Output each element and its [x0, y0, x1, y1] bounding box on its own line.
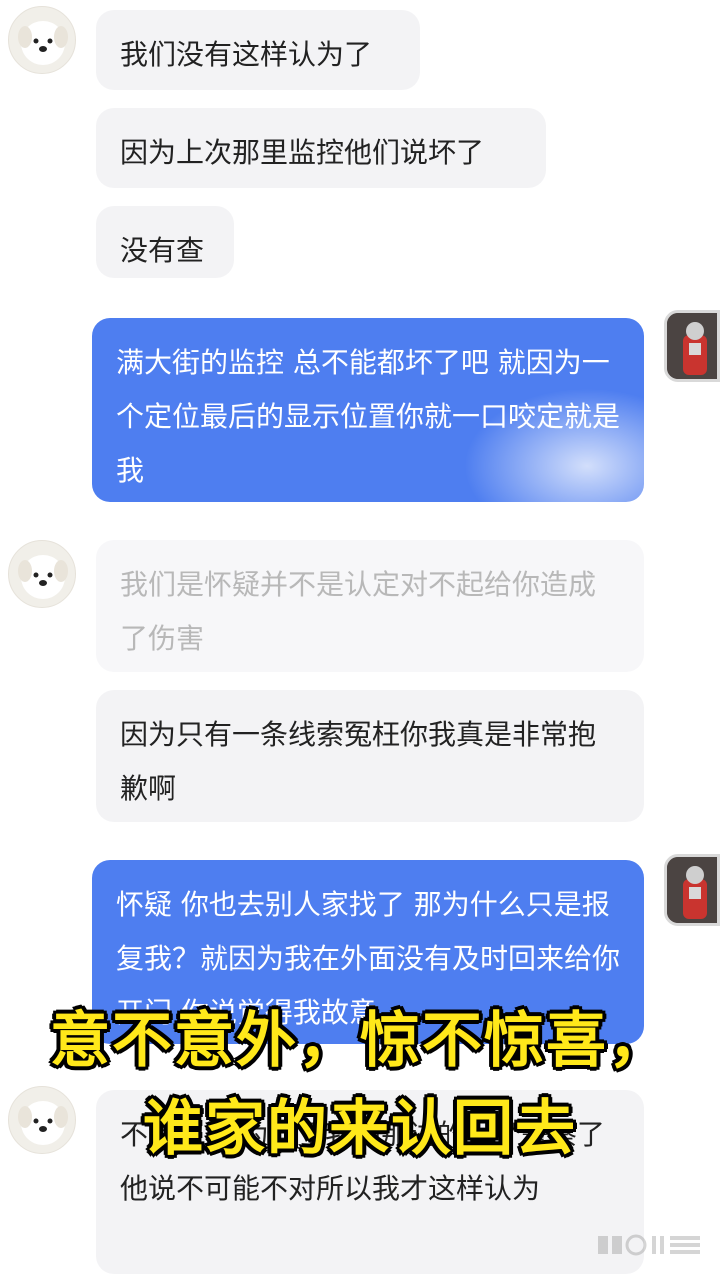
- message-bubble[interactable]: 我们没有这样认为了: [96, 10, 420, 90]
- peer-avatar[interactable]: [8, 540, 76, 608]
- ultraman-avatar-icon: [667, 313, 717, 379]
- message-bubble[interactable]: 没有查: [96, 206, 234, 278]
- message-bubble-self[interactable]: 满大街的监控 总不能都坏了吧 就因为一个定位最后的显示位置你就一口咬定就是我: [92, 318, 644, 502]
- watermark-icon: [598, 1234, 700, 1256]
- peer-avatar[interactable]: [8, 6, 76, 74]
- message-text: 没有查: [120, 234, 205, 267]
- message-text: 我们是怀疑并不是认定对不起给你造成了伤害: [120, 568, 597, 655]
- message-bubble[interactable]: 因为只有一条线索冤枉你我真是非常抱歉啊: [96, 690, 644, 822]
- message-text: 满大街的监控 总不能都坏了吧 就因为一个定位最后的显示位置你就一口咬定就是我: [116, 346, 621, 487]
- message-text: 因为上次那里监控他们说坏了: [120, 136, 485, 169]
- message-bubble[interactable]: 因为上次那里监控他们说坏了: [96, 108, 546, 188]
- self-avatar[interactable]: [664, 854, 720, 926]
- dog-avatar-icon: [18, 555, 68, 599]
- message-text: 我们没有这样认为了: [120, 38, 373, 71]
- overlay-caption-line1: 意不意外，惊不惊喜，: [50, 1006, 670, 1076]
- self-avatar[interactable]: [664, 310, 720, 382]
- overlay-caption-line2: 谁家的来认回去: [143, 1094, 577, 1164]
- ultraman-avatar-icon: [667, 857, 717, 923]
- dog-avatar-icon: [18, 21, 68, 65]
- message-bubble[interactable]: 我们是怀疑并不是认定对不起给你造成了伤害: [96, 540, 644, 672]
- message-text: 因为只有一条线索冤枉你我真是非常抱歉啊: [120, 718, 597, 805]
